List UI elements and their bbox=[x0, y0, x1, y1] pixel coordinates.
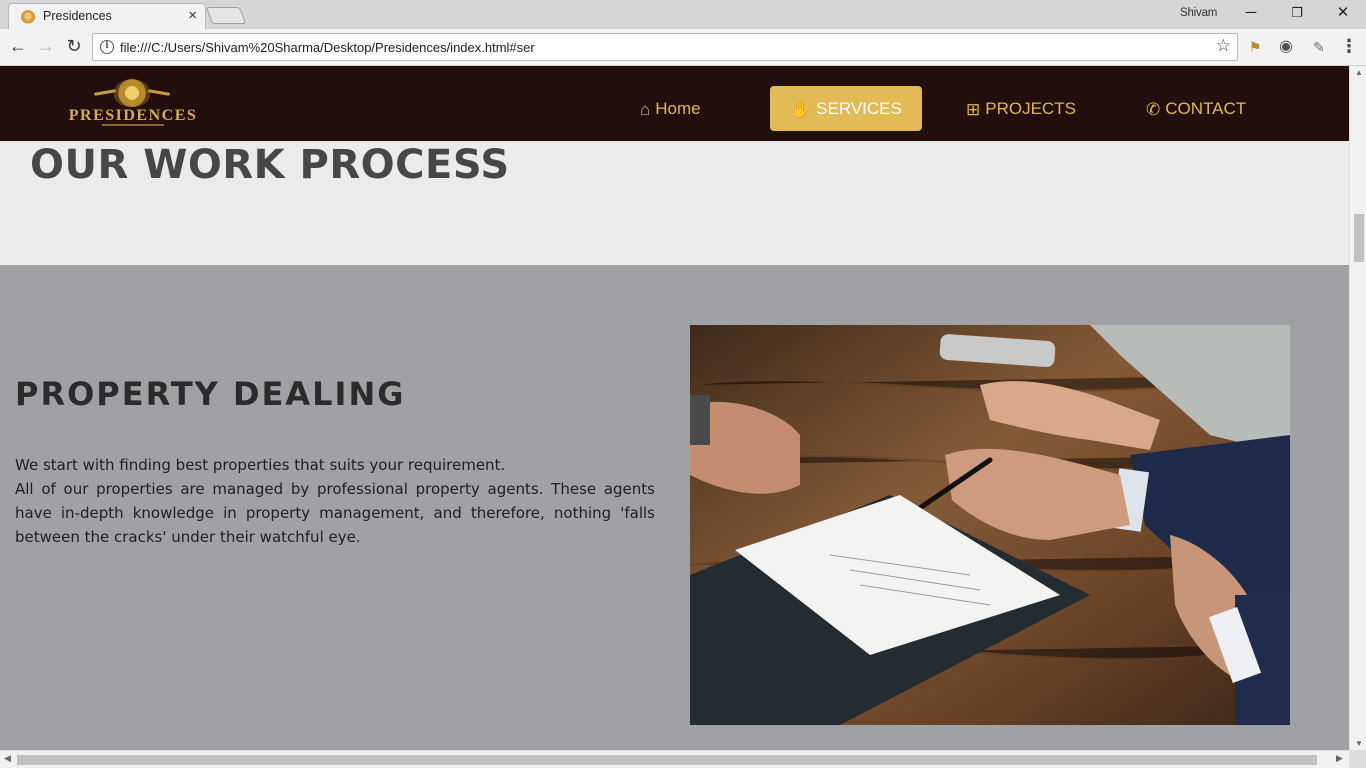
restore-button[interactable]: ❐ bbox=[1274, 0, 1320, 28]
back-button[interactable]: ← bbox=[6, 35, 30, 59]
browser-menu-icon[interactable]: ⋮ bbox=[1340, 35, 1358, 58]
scroll-left-arrow-icon[interactable]: ◀ bbox=[4, 753, 11, 764]
sitemap-icon: ⊞ bbox=[966, 100, 981, 120]
nav-home-label: Home bbox=[655, 99, 701, 118]
dealing-paragraph-2: All of our properties are managed by pro… bbox=[15, 480, 655, 546]
close-window-button[interactable]: ✕ bbox=[1320, 0, 1366, 28]
handshake-icon: ✋ bbox=[790, 100, 812, 120]
favicon-icon bbox=[21, 10, 35, 24]
browser-toolbar: ← → ↻ i file:///C:/Users/Shivam%20Sharma… bbox=[0, 29, 1366, 66]
lion-crest-icon bbox=[114, 79, 150, 107]
nav-projects[interactable]: ⊞ PROJECTS bbox=[966, 86, 1076, 131]
work-process-heading: OUR WORK PROCESS bbox=[30, 142, 510, 188]
nav-home[interactable]: ⌂ Home bbox=[640, 86, 701, 131]
nav-contact-label: CONTACT bbox=[1165, 99, 1247, 118]
property-dealing-text: We start with finding best properties th… bbox=[15, 453, 655, 549]
url-text[interactable]: file:///C:/Users/Shivam%20Sharma/Desktop… bbox=[120, 40, 535, 55]
site-navbar: PRESIDENCES ⌂ Home ✋ SERVICES ⊞ PROJECTS ✆ C… bbox=[0, 66, 1349, 141]
property-dealing-section: PROPERTY DEALING We start with finding b… bbox=[0, 265, 1349, 750]
extension-flag-icon[interactable]: ⚑ bbox=[1244, 36, 1266, 58]
browser-tabstrip: Presidences × Shivam ─ ❐ ✕ bbox=[0, 0, 1366, 29]
extension-dropper-icon[interactable]: ✎ bbox=[1308, 36, 1330, 58]
browser-tab-presidences[interactable]: Presidences × bbox=[8, 3, 206, 29]
logo-underline bbox=[64, 124, 202, 126]
nav-projects-label: PROJECTS bbox=[985, 99, 1076, 118]
bookmark-star-icon[interactable]: ☆ bbox=[1216, 36, 1231, 56]
nav-services-label: SERVICES bbox=[816, 99, 902, 118]
tab-close-icon[interactable]: × bbox=[188, 7, 197, 24]
scroll-up-arrow-icon[interactable]: ▲ bbox=[1354, 68, 1364, 77]
site-logo[interactable]: PRESIDENCES bbox=[64, 77, 202, 131]
forward-button[interactable]: → bbox=[34, 35, 58, 59]
nav-contact[interactable]: ✆ CONTACT bbox=[1146, 86, 1246, 131]
dealing-paragraph-1: We start with finding best properties th… bbox=[15, 456, 506, 474]
scroll-right-arrow-icon[interactable]: ▶ bbox=[1336, 753, 1343, 764]
minimize-button[interactable]: ─ bbox=[1228, 0, 1274, 28]
vertical-scrollbar[interactable]: ▲ ▼ bbox=[1349, 66, 1366, 750]
tab-title: Presidences bbox=[43, 9, 112, 23]
property-dealing-heading: PROPERTY DEALING bbox=[15, 375, 406, 413]
reload-button[interactable]: ↻ bbox=[62, 35, 86, 59]
vertical-scroll-thumb[interactable] bbox=[1354, 214, 1364, 262]
horizontal-scrollbar[interactable]: ◀ ▶ bbox=[0, 750, 1349, 768]
scrollbar-corner bbox=[1349, 750, 1366, 768]
address-bar[interactable]: i file:///C:/Users/Shivam%20Sharma/Deskt… bbox=[92, 33, 1238, 61]
info-icon[interactable]: i bbox=[100, 40, 114, 54]
home-icon: ⌂ bbox=[640, 100, 651, 120]
horizontal-scroll-thumb[interactable] bbox=[17, 755, 1317, 765]
phone-icon: ✆ bbox=[1146, 100, 1161, 120]
nav-services[interactable]: ✋ SERVICES bbox=[770, 86, 922, 131]
profile-name[interactable]: Shivam bbox=[1180, 7, 1217, 19]
scroll-down-arrow-icon[interactable]: ▼ bbox=[1354, 739, 1364, 748]
extension-record-icon[interactable]: ◉ bbox=[1275, 36, 1297, 58]
new-tab-button[interactable] bbox=[205, 7, 247, 24]
page-viewport: PRESIDENCES ⌂ Home ✋ SERVICES ⊞ PROJECTS ✆ C… bbox=[0, 66, 1349, 750]
contract-signing-image bbox=[690, 325, 1290, 725]
logo-text: PRESIDENCES bbox=[68, 107, 198, 124]
